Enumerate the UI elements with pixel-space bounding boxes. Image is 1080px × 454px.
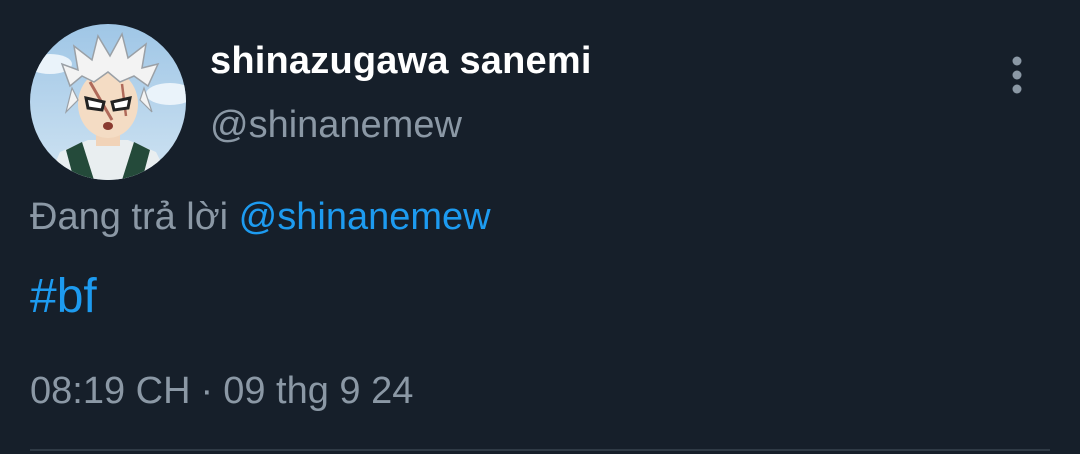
tweet-date[interactable]: 09 thg 9 24 — [223, 370, 413, 412]
tweet-timestamp: 08:19 CH · 09 thg 9 24 — [30, 368, 413, 414]
reply-context: Đang trả lời @shinanemew — [30, 194, 491, 240]
avatar-image — [30, 24, 186, 180]
tweet-hashtag-link[interactable]: #bf — [30, 268, 97, 326]
more-options-button[interactable] — [996, 54, 1038, 96]
author-display-name[interactable]: shinazugawa sanemi — [210, 38, 592, 84]
tweet-detail: shinazugawa sanemi @shinanemew Đang trả … — [0, 0, 1080, 454]
reply-mention-link[interactable]: @shinanemew — [239, 196, 491, 238]
timestamp-separator: · — [200, 370, 214, 412]
avatar[interactable] — [30, 24, 186, 180]
tweet-time[interactable]: 08:19 CH — [30, 370, 191, 412]
more-vertical-icon — [1012, 56, 1022, 94]
reply-context-label: Đang trả lời — [30, 196, 239, 238]
author-handle[interactable]: @shinanemew — [210, 102, 462, 148]
divider — [30, 449, 1050, 451]
